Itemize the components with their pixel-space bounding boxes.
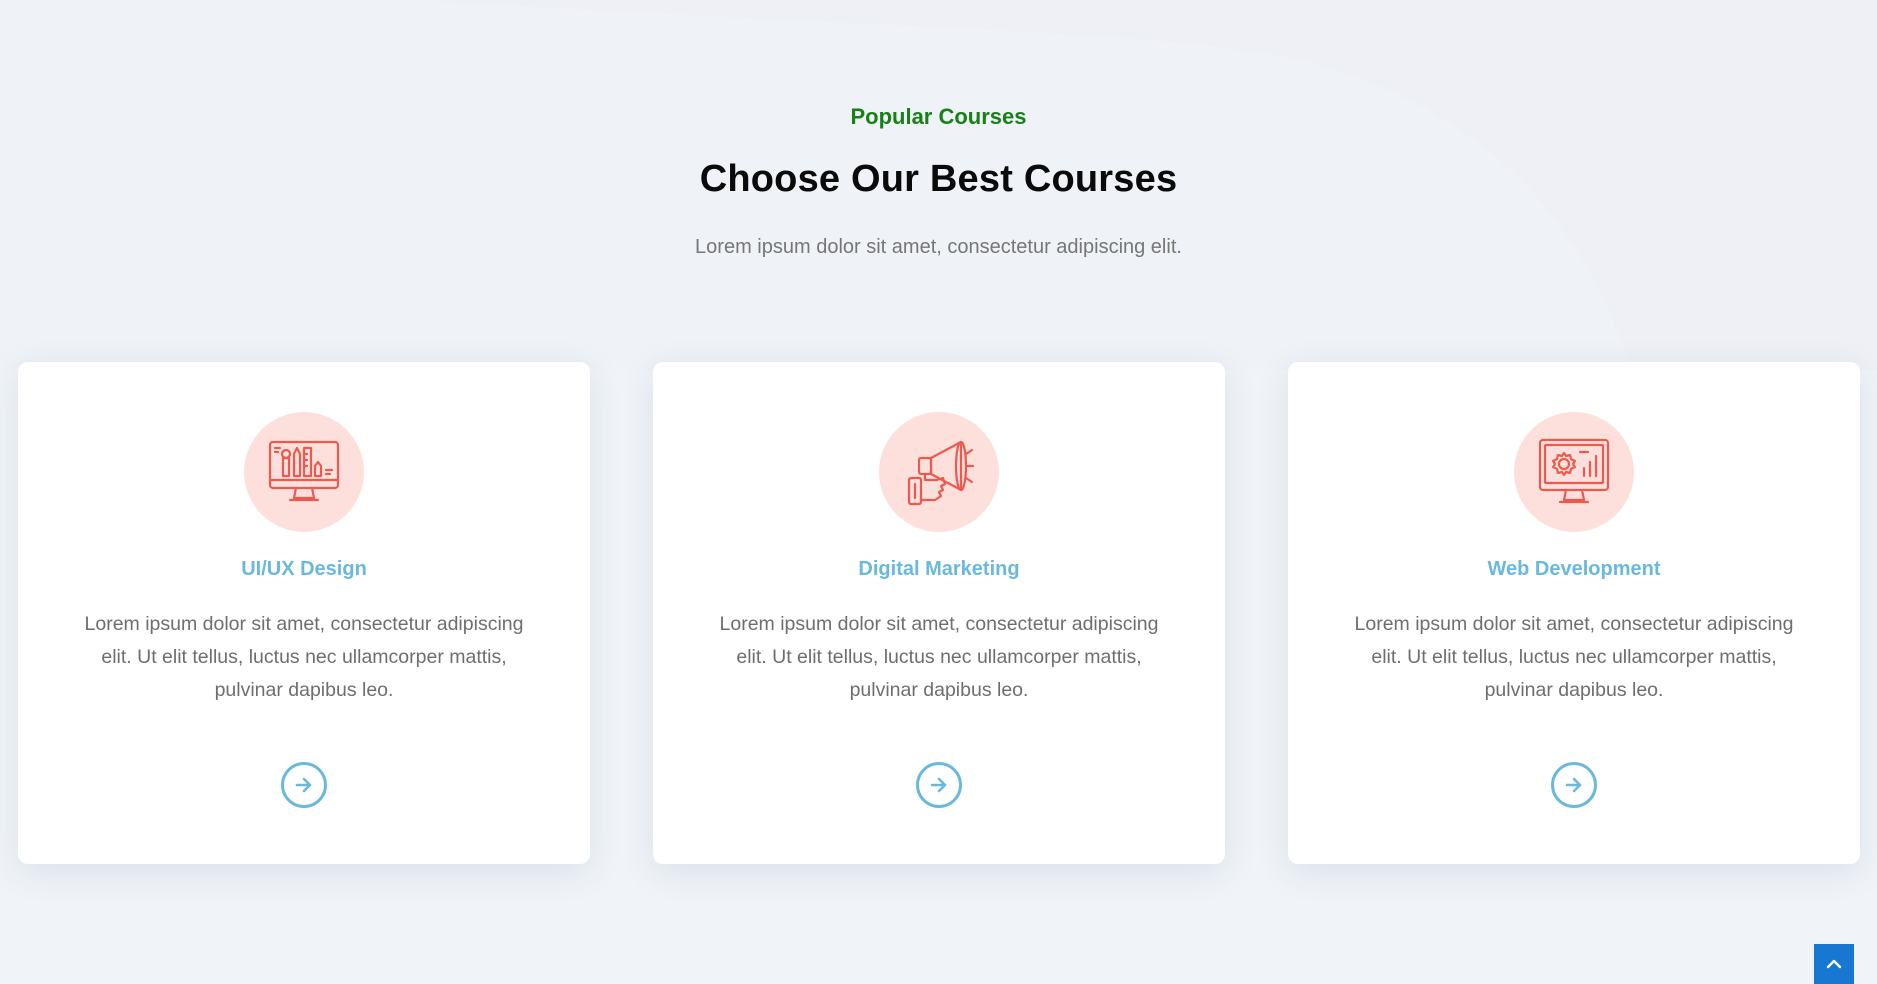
- course-title: Digital Marketing: [858, 558, 1020, 580]
- section-subtitle: Lorem ipsum dolor sit amet, consectetur …: [695, 236, 1182, 258]
- course-description: Lorem ipsum dolor sit amet, consectetur …: [719, 613, 1159, 701]
- arrow-right-icon: [930, 777, 947, 793]
- course-title: UI/UX Design: [241, 558, 367, 580]
- section-title: Choose Our Best Courses: [699, 158, 1178, 200]
- course-card-web-development: Web Development Lorem ipsum dolor sit am…: [1288, 362, 1860, 864]
- course-title: Web Development: [1487, 558, 1661, 580]
- section-eyebrow: Popular Courses: [850, 104, 1027, 129]
- arrow-right-icon: [1565, 777, 1582, 793]
- course-card-ui-ux-design: UI/UX Design Lorem ipsum dolor sit amet,…: [18, 362, 590, 864]
- course-description: Lorem ipsum dolor sit amet, consectetur …: [84, 613, 524, 701]
- course-link-button[interactable]: [1551, 762, 1597, 808]
- course-link-button[interactable]: [281, 762, 327, 808]
- chevron-up-icon: [1826, 959, 1842, 969]
- course-link-button[interactable]: [916, 762, 962, 808]
- course-description: Lorem ipsum dolor sit amet, consectetur …: [1354, 613, 1794, 701]
- gear-monitor-icon: [1514, 412, 1634, 532]
- course-card-digital-marketing: Digital Marketing Lorem ipsum dolor sit …: [653, 362, 1225, 864]
- courses-page: Popular Courses Choose Our Best Courses …: [0, 0, 1877, 984]
- design-monitor-icon: [244, 412, 364, 532]
- arrow-right-icon: [295, 777, 312, 793]
- megaphone-icon: [879, 412, 999, 532]
- scroll-to-top-button[interactable]: [1814, 944, 1854, 984]
